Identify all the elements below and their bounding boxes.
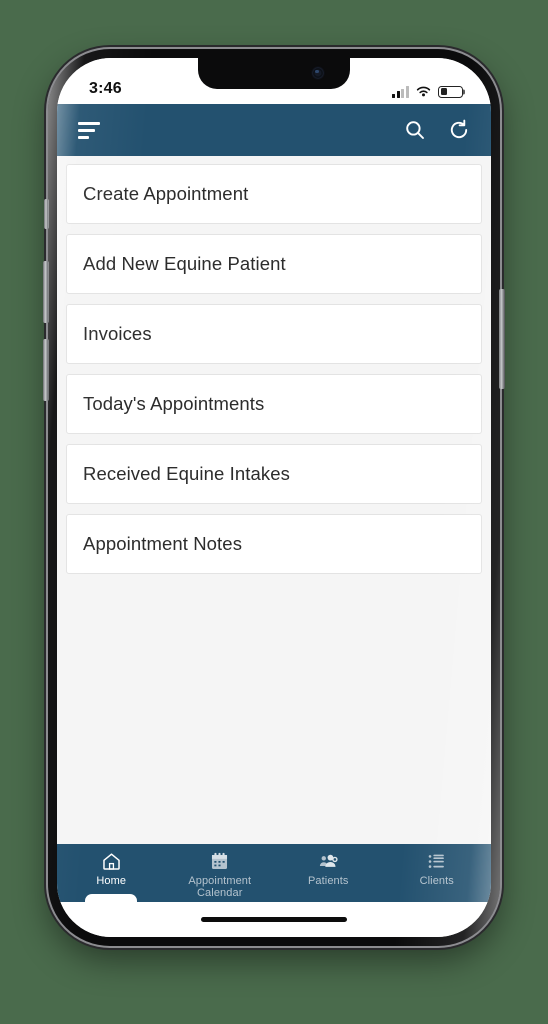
nav-item-label: Home [96, 875, 127, 887]
list-icon [428, 854, 445, 868]
nav-item-patients[interactable]: Patients [274, 844, 383, 902]
menu-item-label: Invoices [83, 323, 152, 344]
hamburger-menu-icon[interactable] [76, 118, 102, 143]
home-icon [102, 853, 120, 870]
volume-down-button[interactable] [43, 339, 49, 401]
status-bar: 3:46 [57, 58, 491, 104]
menu-list: Create Appointment Add New Equine Patien… [57, 156, 491, 844]
nav-item-clients[interactable]: Clients [383, 844, 492, 902]
menu-item-label: Received Equine Intakes [83, 463, 290, 484]
nav-item-home[interactable]: Home [57, 844, 166, 903]
menu-item-received-equine-intakes[interactable]: Received Equine Intakes [66, 444, 482, 504]
volume-up-button[interactable] [43, 261, 49, 323]
menu-item-label: Today's Appointments [83, 393, 265, 414]
nav-item-label: Clients [419, 875, 454, 887]
menu-item-appointment-notes[interactable]: Appointment Notes [66, 514, 482, 574]
menu-item-todays-appointments[interactable]: Today's Appointments [66, 374, 482, 434]
menu-item-label: Create Appointment [83, 183, 249, 204]
cellular-signal-icon [392, 86, 409, 98]
menu-item-invoices[interactable]: Invoices [66, 304, 482, 364]
power-button[interactable] [499, 289, 505, 389]
status-bar-time: 3:46 [89, 80, 122, 97]
menu-item-create-appointment[interactable]: Create Appointment [66, 164, 482, 224]
active-tab-indicator [85, 894, 138, 903]
app-bar-actions [403, 118, 471, 142]
home-indicator-area [57, 902, 491, 937]
bottom-navigation-bar: Home Appointment Calendar Patients Clien… [57, 844, 492, 903]
refresh-icon[interactable] [447, 118, 471, 142]
silent-switch-button[interactable] [44, 199, 49, 229]
nav-item-label: Patients [307, 875, 349, 887]
calendar-icon [212, 852, 228, 870]
status-bar-icons [392, 85, 465, 98]
nav-item-appointment-calendar[interactable]: Appointment Calendar [166, 844, 275, 902]
wifi-icon [416, 86, 431, 97]
phone-frame: 3:46 Create Appointment Add New Equine P… [43, 49, 505, 946]
menu-item-add-new-equine-patient[interactable]: Add New Equine Patient [66, 234, 482, 294]
app-bar [57, 104, 491, 156]
nav-item-label: Appointment Calendar [188, 875, 252, 900]
people-group-icon [319, 854, 338, 867]
battery-icon [438, 85, 463, 98]
device-notch [198, 58, 350, 89]
front-camera-icon [313, 68, 323, 78]
menu-item-label: Appointment Notes [83, 533, 243, 554]
search-icon[interactable] [403, 118, 427, 142]
menu-item-label: Add New Equine Patient [83, 253, 286, 274]
phone-screen: 3:46 Create Appointment Add New Equine P… [57, 58, 491, 937]
home-indicator[interactable] [201, 917, 347, 922]
